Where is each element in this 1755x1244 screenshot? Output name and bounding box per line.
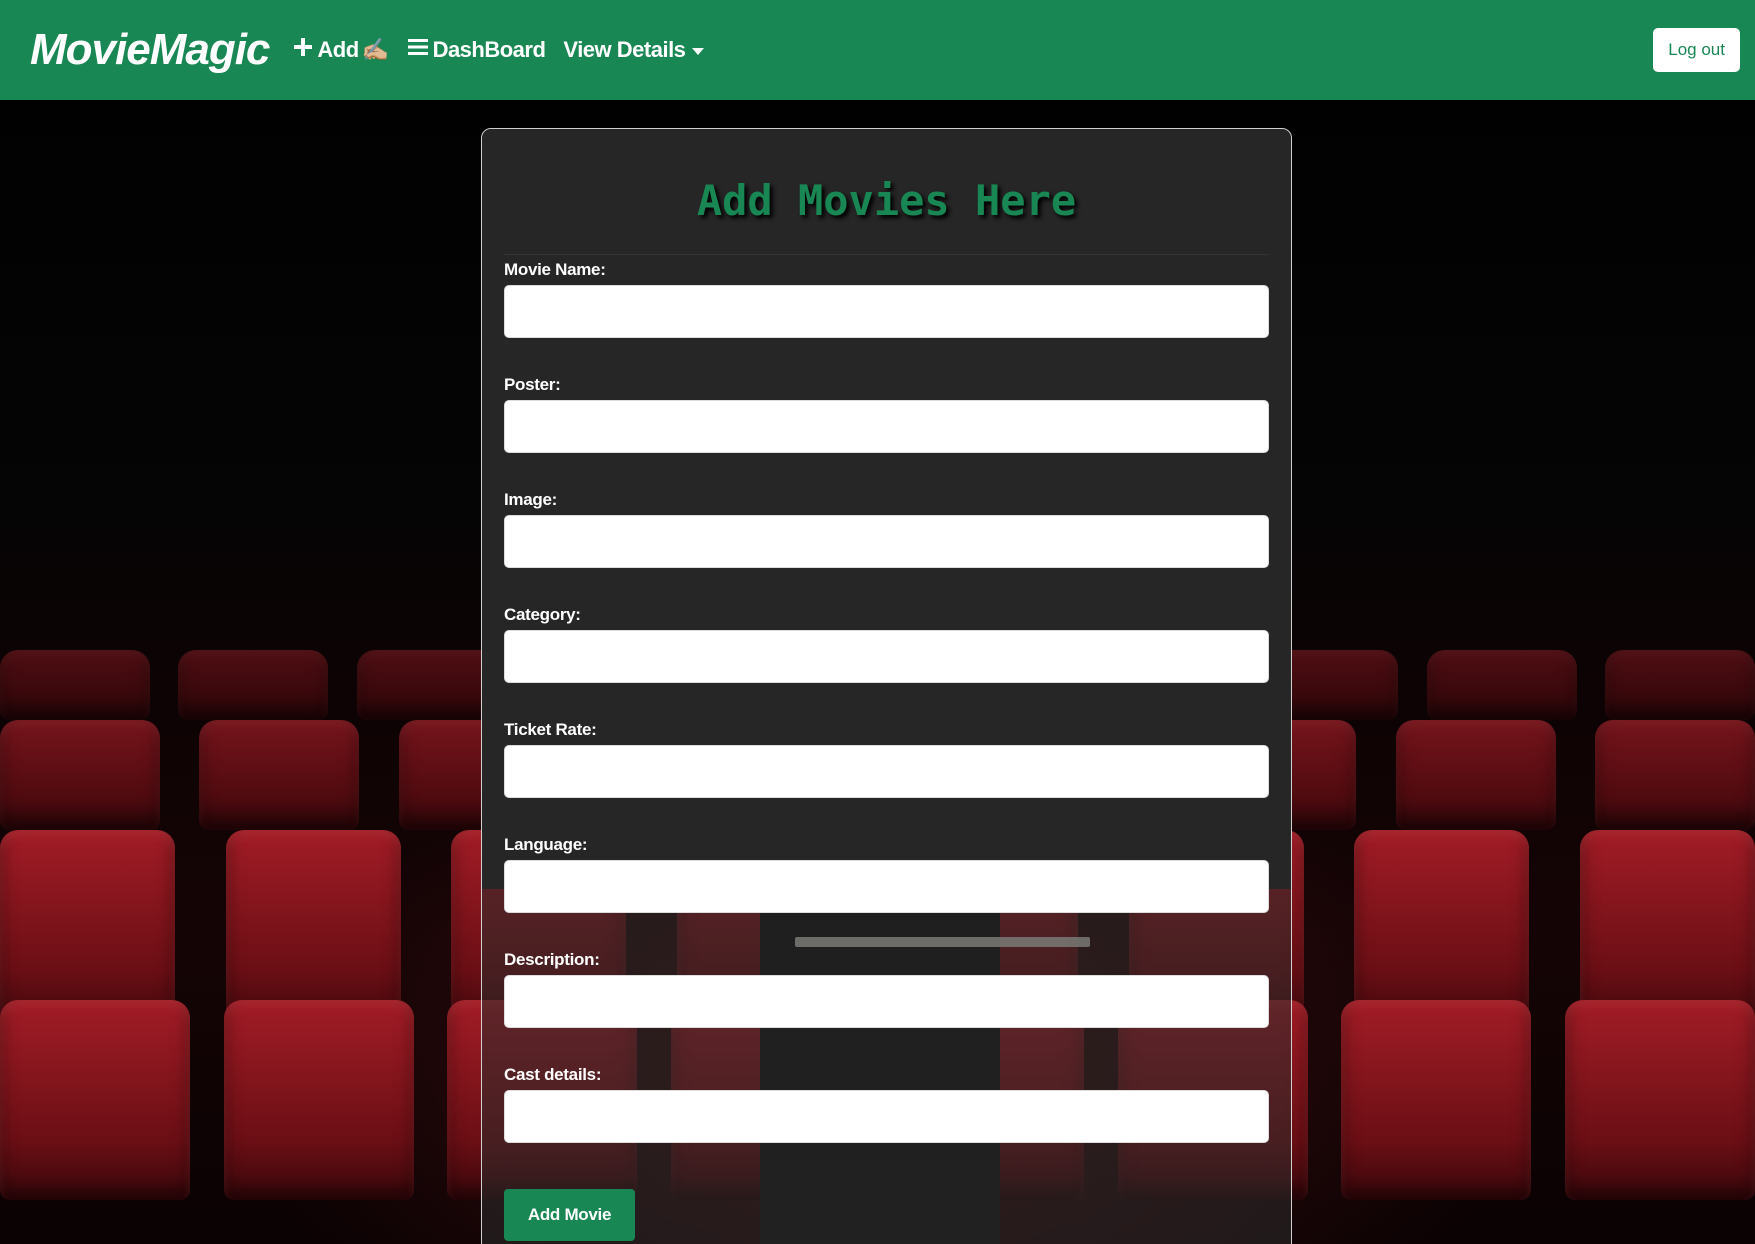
cast-details-label: Cast details: <box>504 1065 602 1084</box>
language-input[interactable] <box>504 860 1269 913</box>
nav-add-link[interactable]: Add ✍🏼 <box>293 36 389 64</box>
chevron-down-icon <box>692 47 705 55</box>
nav-dashboard-link[interactable]: DashBoard <box>407 36 546 64</box>
image-field-group: Image: <box>504 490 1269 600</box>
menu-icon <box>407 36 429 64</box>
movie-name-label: Movie Name: <box>504 260 606 279</box>
brand-logo[interactable]: MovieMagic <box>30 25 270 75</box>
image-label: Image: <box>504 490 557 509</box>
logout-button[interactable]: Log out <box>1653 28 1740 72</box>
nav-view-details-dropdown[interactable]: View Details <box>563 37 705 63</box>
movie-name-field-group: Movie Name: <box>504 260 1269 370</box>
poster-input[interactable] <box>504 400 1269 453</box>
cast-details-field-group: Cast details: <box>504 1065 1269 1175</box>
add-movie-card: Add Movies Here Movie Name: Poster: Imag… <box>481 128 1292 1244</box>
nav-dashboard-label: DashBoard <box>432 37 546 62</box>
language-label: Language: <box>504 835 588 854</box>
cast-details-input[interactable] <box>504 1090 1269 1143</box>
writing-hand-icon: ✍🏼 <box>361 37 389 62</box>
plus-icon <box>293 36 313 64</box>
language-field-group: Language: <box>504 835 1269 945</box>
description-label: Description: <box>504 950 600 969</box>
image-input[interactable] <box>504 515 1269 568</box>
page-title: Add Movies Here <box>504 129 1269 255</box>
ticket-rate-input[interactable] <box>504 745 1269 798</box>
category-input[interactable] <box>504 630 1269 683</box>
poster-label: Poster: <box>504 375 561 394</box>
add-movie-button[interactable]: Add Movie <box>504 1189 635 1241</box>
poster-field-group: Poster: <box>504 375 1269 485</box>
category-field-group: Category: <box>504 605 1269 715</box>
movie-name-input[interactable] <box>504 285 1269 338</box>
top-navbar: MovieMagic Add ✍🏼 DashBoard View Details… <box>0 0 1755 100</box>
description-input[interactable] <box>504 975 1269 1028</box>
nav-view-details-label: View Details <box>563 37 686 62</box>
description-field-group: Description: <box>504 950 1269 1060</box>
ticket-rate-label: Ticket Rate: <box>504 720 597 739</box>
nav-add-label: Add <box>317 37 359 62</box>
ticket-rate-field-group: Ticket Rate: <box>504 720 1269 830</box>
category-label: Category: <box>504 605 581 624</box>
